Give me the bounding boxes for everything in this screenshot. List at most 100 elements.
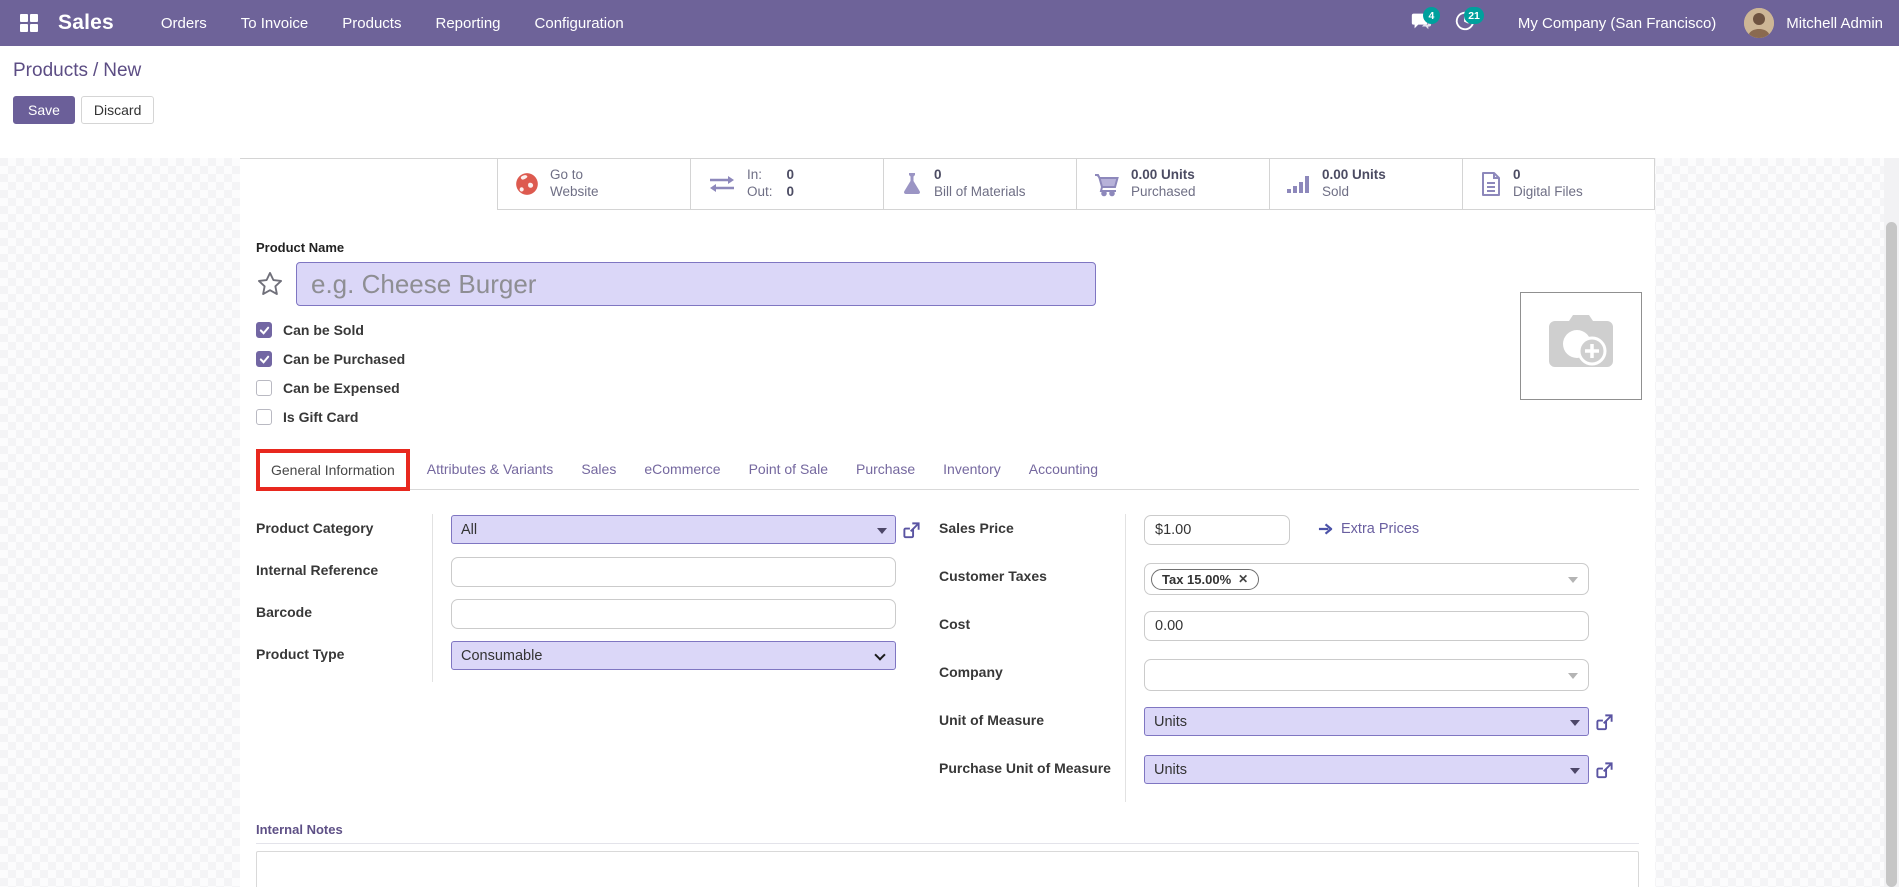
nav-item-orders[interactable]: Orders [148, 3, 220, 44]
arrow-right-icon [1318, 523, 1333, 535]
sales-price-label: Sales Price [939, 520, 1014, 536]
transfer-arrows-icon [707, 172, 737, 196]
tax-tag: Tax 15.00% ✕ [1151, 568, 1260, 590]
save-button[interactable]: Save [13, 96, 75, 124]
digital-files-button[interactable]: 0 Digital Files [1462, 159, 1655, 210]
breadcrumb-products-link[interactable]: Products [13, 60, 88, 81]
out-label: Out: [747, 184, 773, 199]
customer-taxes-field[interactable]: Tax 15.00% ✕ [1144, 563, 1589, 595]
purchase-uom-label: Purchase Unit of Measure [939, 760, 1111, 776]
product-name-input[interactable] [296, 262, 1096, 306]
sales-price-input[interactable] [1144, 515, 1290, 545]
tab-purchase[interactable]: Purchase [842, 449, 929, 489]
can-be-expensed-checkbox[interactable] [256, 380, 272, 396]
nav-item-to-invoice[interactable]: To Invoice [228, 3, 322, 44]
checkbox-label: Can be Expensed [283, 380, 400, 396]
stat-label: Digital Files [1513, 184, 1583, 199]
chevron-down-icon [874, 649, 886, 661]
chevron-down-icon [1570, 720, 1580, 726]
barcode-input[interactable] [451, 599, 896, 629]
product-image-upload[interactable] [1520, 292, 1642, 400]
favorite-star-icon[interactable] [256, 270, 284, 298]
remove-tax-icon[interactable]: ✕ [1238, 572, 1248, 586]
out-value: 0 [786, 184, 795, 199]
can-be-purchased-checkbox[interactable] [256, 351, 272, 367]
activities-button[interactable]: 21 [1448, 6, 1484, 40]
tab-point-of-sale[interactable]: Point of Sale [735, 449, 842, 489]
tab-accounting[interactable]: Accounting [1015, 449, 1112, 489]
cost-input[interactable] [1144, 611, 1589, 641]
bill-of-materials-button[interactable]: 0 Bill of Materials [883, 159, 1076, 210]
internal-reference-label: Internal Reference [256, 562, 379, 578]
stat-value: 0.00 Units [1131, 167, 1195, 183]
chevron-down-icon [1568, 673, 1578, 679]
can-be-sold-row: Can be Sold [256, 322, 1639, 338]
top-navbar: Sales Orders To Invoice Products Reporti… [0, 0, 1899, 46]
stat-value: 0.00 Units [1322, 167, 1386, 183]
nav-item-configuration[interactable]: Configuration [522, 3, 637, 44]
units-purchased-button[interactable]: 0.00 Units Purchased [1076, 159, 1269, 210]
stat-label: Purchased [1131, 184, 1196, 199]
go-to-website-button[interactable]: Go to Website [497, 159, 690, 210]
vertical-scrollbar[interactable] [1884, 158, 1899, 887]
tab-general-information annotation-highlight[interactable]: General Information [256, 449, 410, 491]
nav-item-reporting[interactable]: Reporting [422, 3, 513, 44]
form-sheet: Go to Website In: 0 Out: 0 0 Bill of Mat… [240, 158, 1655, 887]
external-link-icon[interactable] [1595, 761, 1614, 780]
breadcrumb-separator: / [92, 60, 99, 81]
checkbox-label: Can be Purchased [283, 351, 406, 367]
is-gift-card-checkbox[interactable] [256, 409, 272, 425]
product-category-label: Product Category [256, 520, 374, 536]
stat-line: Website [550, 184, 599, 199]
control-panel: Products / New Save Discard [0, 46, 1899, 158]
in-out-button[interactable]: In: 0 Out: 0 [690, 159, 883, 210]
internal-notes-heading: Internal Notes [256, 822, 1639, 844]
stat-line: Go to [550, 167, 584, 183]
product-type-label: Product Type [256, 646, 345, 662]
stat-button-box: Go to Website In: 0 Out: 0 0 Bill of Mat… [240, 158, 1655, 210]
product-type-value: Consumable [461, 647, 543, 664]
breadcrumb: Products / New [13, 60, 1883, 82]
company-label: Company [939, 664, 1003, 680]
notebook-tabs: General Information Attributes & Variant… [256, 449, 1639, 491]
product-category-select[interactable]: All [451, 515, 896, 544]
stat-value: 0 [1513, 167, 1521, 183]
nav-item-products[interactable]: Products [329, 3, 414, 44]
external-link-icon[interactable] [1595, 713, 1614, 732]
tab-sales[interactable]: Sales [567, 449, 630, 489]
internal-reference-input[interactable] [451, 557, 896, 587]
product-type-select[interactable]: Consumable [451, 641, 896, 670]
tab-attributes-variants[interactable]: Attributes & Variants [413, 449, 568, 489]
internal-notes-textarea[interactable] [256, 851, 1639, 887]
apps-grid-icon [20, 14, 38, 32]
can-be-expensed-row: Can be Expensed [256, 380, 1639, 396]
breadcrumb-current: New [103, 60, 142, 81]
purchase-uom-select[interactable]: Units [1144, 755, 1589, 784]
tax-tag-label: Tax 15.00% [1162, 571, 1232, 587]
can-be-sold-checkbox[interactable] [256, 322, 272, 338]
apps-menu-button[interactable] [12, 6, 46, 40]
external-link-icon[interactable] [902, 521, 921, 540]
unit-of-measure-select[interactable]: Units [1144, 707, 1589, 736]
chevron-down-icon [877, 528, 887, 534]
messages-button[interactable]: 4 [1404, 6, 1440, 40]
user-name[interactable]: Mitchell Admin [1786, 15, 1883, 32]
scrollbar-thumb[interactable] [1886, 222, 1897, 887]
company-select[interactable] [1144, 659, 1589, 691]
cost-label: Cost [939, 616, 971, 632]
content-area: Go to Website In: 0 Out: 0 0 Bill of Mat… [0, 158, 1899, 887]
company-switcher[interactable]: My Company (San Francisco) [1518, 15, 1716, 32]
discard-button[interactable]: Discard [80, 96, 155, 124]
tab-inventory[interactable]: Inventory [929, 449, 1015, 489]
stat-value: 0 [934, 167, 942, 183]
tab-ecommerce[interactable]: eCommerce [630, 449, 734, 489]
odoo-product-form-page: Sales Orders To Invoice Products Reporti… [0, 0, 1899, 887]
bar-chart-icon [1286, 171, 1312, 197]
extra-prices-link[interactable]: Extra Prices [1318, 521, 1419, 537]
app-name[interactable]: Sales [58, 11, 114, 35]
units-sold-button[interactable]: 0.00 Units Sold [1269, 159, 1462, 210]
purchase-uom-value: Units [1154, 761, 1188, 778]
cart-icon [1093, 171, 1121, 197]
user-avatar[interactable] [1744, 8, 1775, 38]
chevron-down-icon [1570, 768, 1580, 774]
